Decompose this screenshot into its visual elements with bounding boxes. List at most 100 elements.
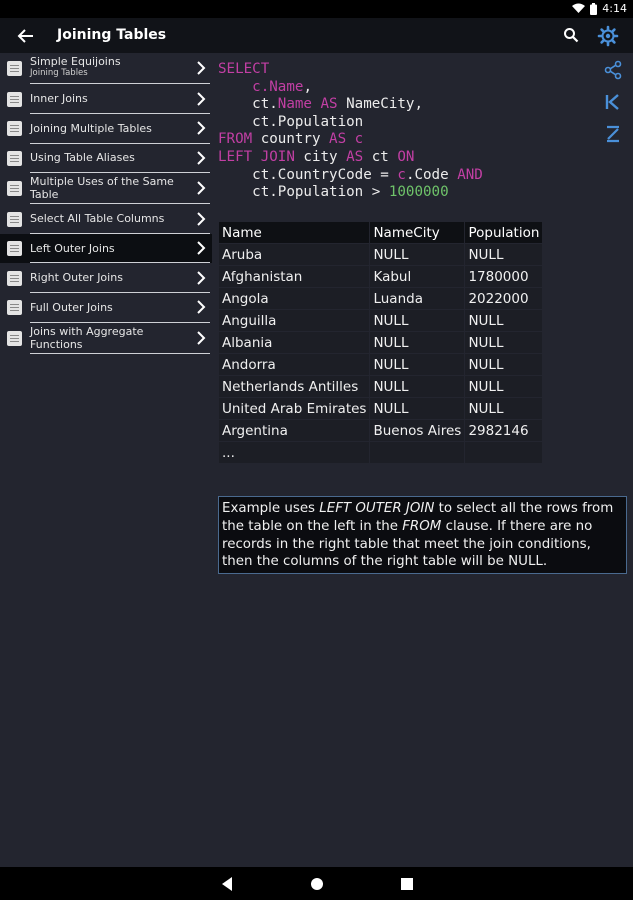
document-icon <box>7 331 22 346</box>
chevron-right-icon <box>197 151 206 165</box>
sidebar-item-label: Joins with Aggregate Functions <box>30 325 144 351</box>
chevron-right-icon <box>197 61 206 75</box>
sql-code-block: SELECT c.Name, ct.Name AS NameCity, ct.P… <box>218 61 483 201</box>
table-cell: Andorra <box>217 353 371 376</box>
table-cell <box>369 441 466 464</box>
table-cell: Argentina <box>217 419 371 442</box>
chevron-right-icon <box>197 121 206 135</box>
document-icon <box>7 212 22 227</box>
table-cell: Anguilla <box>217 309 371 332</box>
table-row: Anguilla NULL NULL <box>217 309 544 332</box>
chevron-right-icon <box>197 241 206 255</box>
column-header: Name <box>217 221 371 244</box>
sidebar-item-multiple-uses[interactable]: Multiple Uses of the Same Table <box>0 173 212 204</box>
table-cell: Luanda <box>369 287 466 310</box>
chevron-right-icon <box>197 212 206 226</box>
document-icon <box>7 92 22 107</box>
gear-icon[interactable] <box>597 25 619 47</box>
skip-first-icon[interactable] <box>603 92 623 112</box>
recents-square-icon[interactable] <box>399 876 415 892</box>
result-table: Name NameCity Population Aruba NULL NULL A… <box>217 221 544 464</box>
table-cell: NULL <box>369 375 466 398</box>
document-icon <box>7 271 22 286</box>
chevron-right-icon <box>197 92 206 106</box>
table-cell: NULL <box>369 397 466 420</box>
chevron-right-icon <box>197 331 206 345</box>
table-row: ... <box>217 441 544 464</box>
status-icons: 4:14 <box>572 2 627 15</box>
share-icon[interactable] <box>603 60 623 80</box>
table-cell: 2982146 <box>464 419 544 442</box>
table-cell: 2022000 <box>464 287 544 310</box>
sidebar-item-using-table-aliases[interactable]: Using Table Aliases <box>0 143 212 173</box>
table-cell: Buenos Aires <box>369 419 466 442</box>
page-title: Joining Tables <box>57 27 167 43</box>
document-icon <box>7 300 22 315</box>
table-cell: United Arab Emirates <box>217 397 371 420</box>
sidebar-item-joins-aggregate[interactable]: Joins with Aggregate Functions <box>0 322 212 354</box>
search-icon[interactable] <box>563 27 579 43</box>
table-cell: NULL <box>369 243 466 266</box>
table-row: Afghanistan Kabul 1780000 <box>217 265 544 288</box>
table-cell: NULL <box>464 375 544 398</box>
sidebar-item-full-outer-joins[interactable]: Full Outer Joins <box>0 293 212 323</box>
sidebar-item-label: Full Outer Joins <box>30 301 113 314</box>
table-row: United Arab Emirates NULL NULL <box>217 397 544 420</box>
document-icon <box>7 241 22 256</box>
sidebar-item-label: Joining Multiple Tables <box>30 122 152 135</box>
table-cell: Netherlands Antilles <box>217 375 371 398</box>
chevron-right-icon <box>197 271 206 285</box>
table-row: Netherlands Antilles NULL NULL <box>217 375 544 398</box>
sidebar-item-select-all-columns[interactable]: Select All Table Columns <box>0 204 212 234</box>
sidebar-item-label: Inner Joins <box>30 92 88 105</box>
table-cell: NULL <box>464 243 544 266</box>
table-cell: Kabul <box>369 265 466 288</box>
divider <box>30 353 210 354</box>
table-cell: 1780000 <box>464 265 544 288</box>
table-cell <box>464 441 544 464</box>
chevron-right-icon <box>197 181 206 195</box>
table-row: Angola Luanda 2022000 <box>217 287 544 310</box>
table-row: Andorra NULL NULL <box>217 353 544 376</box>
table-row: Argentina Buenos Aires 2982146 <box>217 419 544 442</box>
sidebar-item-left-outer-joins[interactable]: Left Outer Joins <box>0 234 212 263</box>
sidebar-item-label: Using Table Aliases <box>30 151 135 164</box>
app-bar: Joining Tables <box>0 18 633 53</box>
table-cell: NULL <box>464 353 544 376</box>
arrow-left-icon[interactable] <box>16 26 36 46</box>
table-row: Aruba NULL NULL <box>217 243 544 266</box>
table-cell: ... <box>217 441 371 464</box>
status-bar: 4:14 <box>0 0 633 18</box>
sidebar-item-simple-equijoins[interactable]: Simple Equijoins Joining Tables <box>0 53 212 84</box>
document-icon <box>7 181 22 196</box>
table-cell: NULL <box>369 353 466 376</box>
table-cell: NULL <box>369 309 466 332</box>
sidebar-item-label: Select All Table Columns <box>30 212 165 225</box>
table-header-row: Name NameCity Population <box>217 221 544 244</box>
sidebar-item-label: Left Outer Joins <box>30 242 115 255</box>
column-header: NameCity <box>369 221 466 244</box>
navigation-bar <box>0 867 633 900</box>
document-icon <box>7 61 22 76</box>
wifi-icon <box>572 3 586 13</box>
home-circle-icon[interactable] <box>309 876 325 892</box>
back-triangle-icon[interactable] <box>219 876 235 892</box>
table-cell: NULL <box>464 309 544 332</box>
chevron-right-icon <box>197 300 206 314</box>
battery-icon <box>590 2 598 15</box>
table-cell: NULL <box>464 331 544 354</box>
sort-z-icon[interactable] <box>603 124 623 144</box>
explanation-note: Example uses LEFT OUTER JOIN to select a… <box>218 496 627 574</box>
sidebar-item-inner-joins[interactable]: Inner Joins <box>0 84 212 114</box>
table-cell: Albania <box>217 331 371 354</box>
document-icon <box>7 121 22 136</box>
table-cell: NULL <box>464 397 544 420</box>
sidebar-item-right-outer-joins[interactable]: Right Outer Joins <box>0 263 212 293</box>
document-icon <box>7 151 22 166</box>
table-cell: Aruba <box>217 243 371 266</box>
column-header: Population <box>464 221 544 244</box>
sidebar-item-label: Simple Equijoins Joining Tables <box>30 55 121 78</box>
sidebar-item-joining-multiple-tables[interactable]: Joining Multiple Tables <box>0 114 212 144</box>
table-cell: Angola <box>217 287 371 310</box>
table-row: Albania NULL NULL <box>217 331 544 354</box>
